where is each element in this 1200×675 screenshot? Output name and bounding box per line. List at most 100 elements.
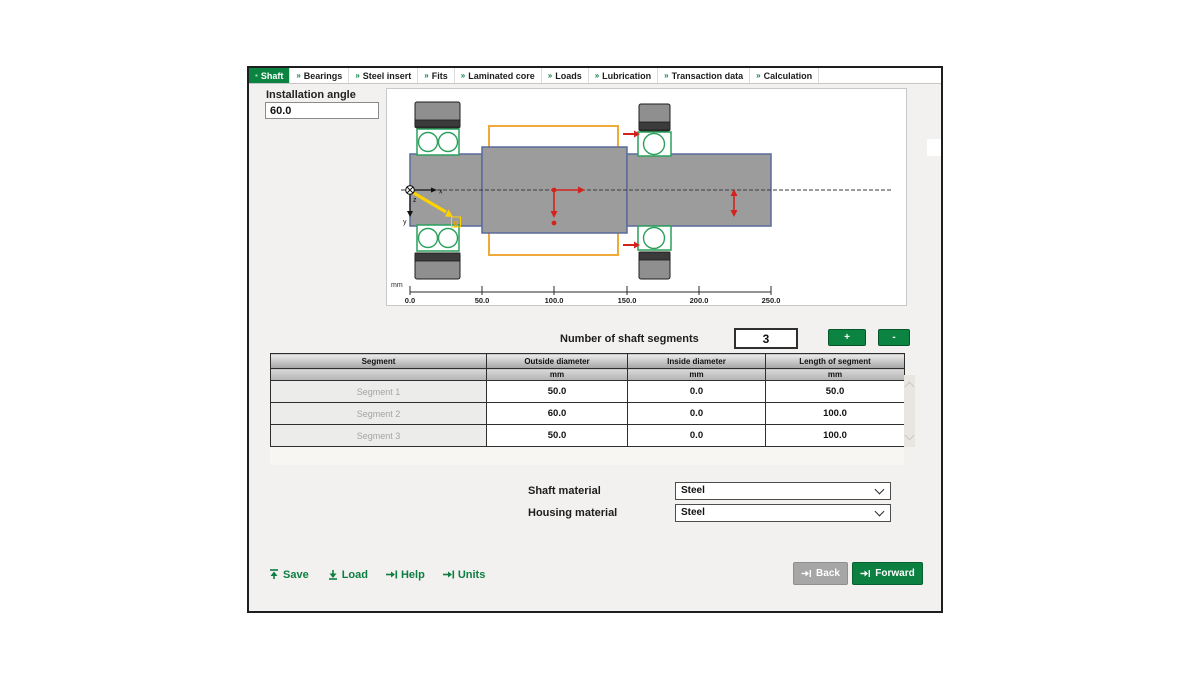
app-window: ▪ Shaft » Bearings » Steel insert » Fits… [247, 66, 943, 613]
ruler-unit-label: mm [391, 282, 403, 289]
tab-loads[interactable]: » Loads [542, 68, 589, 83]
forward-button[interactable]: Forward [852, 562, 923, 585]
outside-diameter-cell[interactable]: 50.0 [487, 381, 628, 403]
table-units-row: mm mm mm [271, 369, 905, 381]
ruler-tick-label: 100.0 [545, 296, 564, 305]
z-axis-label: z [413, 197, 417, 204]
segment-name-cell: Segment 1 [271, 381, 487, 403]
ruler-tick-label: 50.0 [475, 296, 490, 305]
scroll-down-icon[interactable] [905, 431, 915, 441]
ruler-tick-label: 200.0 [690, 296, 709, 305]
tab-steel-insert[interactable]: » Steel insert [349, 68, 418, 83]
length-cell[interactable]: 100.0 [766, 425, 905, 447]
load-label: Load [342, 569, 368, 581]
segment-name-cell: Segment 2 [271, 403, 487, 425]
col-header-outside-diameter: Outside diameter [487, 354, 628, 369]
segment-count-label: Number of shaft segments [560, 333, 699, 345]
load-button[interactable]: Load [326, 568, 368, 581]
chevron-down-icon [875, 507, 885, 517]
back-button[interactable]: Back [793, 562, 848, 585]
chevron-down-icon [875, 485, 885, 495]
outside-diameter-cell[interactable]: 50.0 [487, 425, 628, 447]
shaft-drawing: g x y z mm 0.0 50.0 [387, 89, 906, 305]
remove-segment-button[interactable]: - [878, 329, 910, 346]
shaft-material-value: Steel [681, 485, 705, 496]
add-segment-button[interactable]: + [828, 329, 866, 346]
segment-name-cell: Segment 3 [271, 425, 487, 447]
segment-table: Segment Outside diameter Inside diameter… [270, 353, 905, 447]
help-button[interactable]: Help [385, 568, 425, 581]
shaft-material-select[interactable]: Steel [675, 482, 891, 500]
ruler-tick-label: 150.0 [618, 296, 637, 305]
save-icon [267, 568, 280, 581]
tab-calculation[interactable]: » Calculation [750, 68, 819, 83]
unit-cell: mm [487, 369, 628, 381]
table-row: Segment 3 50.0 0.0 100.0 [271, 425, 905, 447]
goto-arrow-icon [385, 568, 398, 581]
tab-laminated-core[interactable]: » Laminated core [455, 68, 542, 83]
housing-material-select[interactable]: Steel [675, 504, 891, 522]
tab-marker-icon: » [296, 71, 300, 80]
x-axis-label: x [439, 189, 443, 196]
scroll-up-icon[interactable] [905, 382, 915, 392]
y-axis-label: y [403, 219, 407, 226]
forward-label: Forward [875, 568, 914, 579]
housing-material-label: Housing material [528, 507, 617, 519]
forward-arrow-icon [860, 568, 871, 579]
tab-bearings[interactable]: » Bearings [290, 68, 349, 83]
col-header-length: Length of segment [766, 354, 905, 369]
installation-angle-label: Installation angle [266, 89, 356, 101]
col-header-segment: Segment [271, 354, 487, 369]
right-edge-marker [927, 139, 941, 156]
tab-label: Steel insert [363, 71, 412, 81]
tab-marker-icon: » [424, 71, 428, 80]
table-row: Segment 1 50.0 0.0 50.0 [271, 381, 905, 403]
shaft-drawing-canvas: g x y z mm 0.0 50.0 [386, 88, 907, 306]
installation-angle-input[interactable] [265, 102, 379, 119]
unit-cell: mm [628, 369, 766, 381]
load-icon [326, 568, 339, 581]
segment-count-input[interactable] [734, 328, 798, 349]
footer-links: Save Load Help Units [267, 568, 485, 581]
tab-marker-icon: » [355, 71, 359, 80]
table-header-row: Segment Outside diameter Inside diameter… [271, 354, 905, 369]
tab-label: Lubrication [602, 71, 651, 81]
goto-arrow-icon [442, 568, 455, 581]
tab-marker-icon: ▪ [255, 71, 258, 80]
tab-fits[interactable]: » Fits [418, 68, 454, 83]
unit-cell [271, 369, 487, 381]
tab-transaction-data[interactable]: » Transaction data [658, 68, 750, 83]
tab-label: Shaft [261, 71, 284, 81]
housing-material-value: Steel [681, 507, 705, 518]
ruler: mm 0.0 50.0 100.0 150.0 200.0 250.0 [391, 282, 780, 305]
tab-label: Fits [432, 71, 448, 81]
tab-marker-icon: » [595, 71, 599, 80]
back-label: Back [816, 568, 840, 579]
tab-marker-icon: » [664, 71, 668, 80]
units-button[interactable]: Units [442, 568, 486, 581]
help-label: Help [401, 569, 425, 581]
tab-bar: ▪ Shaft » Bearings » Steel insert » Fits… [249, 68, 941, 84]
ruler-tick-label: 0.0 [405, 296, 415, 305]
ruler-tick-label: 250.0 [762, 296, 781, 305]
inside-diameter-cell[interactable]: 0.0 [628, 403, 766, 425]
table-scrollbar[interactable] [904, 375, 915, 447]
save-button[interactable]: Save [267, 568, 309, 581]
units-label: Units [458, 569, 486, 581]
tab-label: Calculation [764, 71, 813, 81]
tab-marker-icon: » [548, 71, 552, 80]
tab-label: Transaction data [672, 71, 744, 81]
tab-lubrication[interactable]: » Lubrication [589, 68, 658, 83]
save-label: Save [283, 569, 309, 581]
inside-diameter-cell[interactable]: 0.0 [628, 425, 766, 447]
length-cell[interactable]: 100.0 [766, 403, 905, 425]
tab-label: Bearings [304, 71, 343, 81]
inside-diameter-cell[interactable]: 0.0 [628, 381, 766, 403]
outside-diameter-cell[interactable]: 60.0 [487, 403, 628, 425]
length-cell[interactable]: 50.0 [766, 381, 905, 403]
tab-shaft[interactable]: ▪ Shaft [249, 68, 290, 83]
col-header-inside-diameter: Inside diameter [628, 354, 766, 369]
unit-cell: mm [766, 369, 905, 381]
gravity-label: g [454, 219, 459, 228]
tab-marker-icon: » [461, 71, 465, 80]
